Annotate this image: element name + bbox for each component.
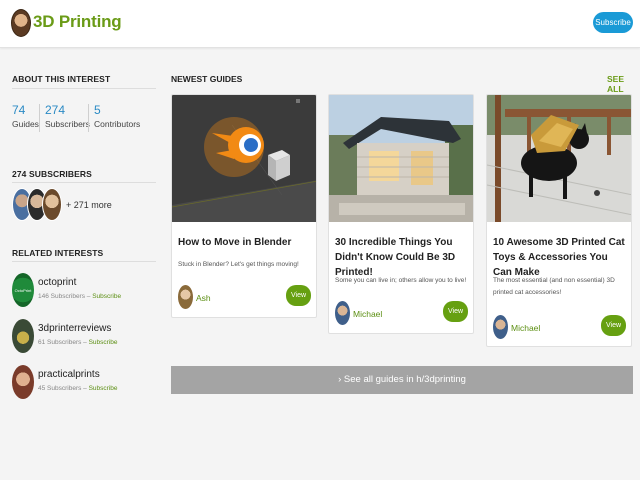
author-name[interactable]: Ash	[196, 293, 211, 303]
top-header: 3D Printing Subscribe	[0, 0, 640, 48]
guide-card[interactable]: 30 Incredible Things You Didn't Know Cou…	[328, 94, 474, 334]
stat-subscribers[interactable]: 274 Subscribers	[45, 103, 90, 130]
divider	[39, 104, 40, 132]
guide-description: The most essential (and non essential) 3…	[493, 277, 615, 296]
related-item-meta: 61 Subscribers – Subscribe	[38, 339, 118, 346]
octoprint-icon[interactable]: OctoPrint	[12, 273, 34, 307]
avatar[interactable]	[42, 188, 62, 221]
printer-icon[interactable]	[12, 319, 34, 353]
page-title[interactable]: 3D Printing	[33, 12, 122, 32]
related-item-practicalprints: practicalprints 45 Subscribers – Subscri…	[12, 365, 162, 401]
stat-contributors-value: 5	[94, 103, 101, 117]
divider	[12, 88, 156, 89]
see-all-link[interactable]: See All	[607, 74, 640, 94]
related-subscribe-link[interactable]: Subscribe	[92, 293, 121, 300]
guide-card[interactable]: How to Move in Blender Stuck in Blender?…	[171, 94, 317, 318]
related-item-name[interactable]: 3dprinterreviews	[38, 323, 111, 334]
interest-avatar-icon[interactable]	[11, 9, 31, 37]
stat-subscribers-label: Subscribers	[45, 119, 90, 129]
author-avatar[interactable]	[178, 285, 193, 309]
printed-house-image[interactable]	[329, 95, 473, 222]
about-heading: About This Interest	[12, 74, 111, 84]
stat-guides-label: Guides	[12, 119, 39, 129]
author-name[interactable]: Michael	[511, 323, 540, 333]
stat-guides-value: 74	[12, 103, 26, 117]
author-name[interactable]: Michael	[353, 309, 382, 319]
related-subscribe-link[interactable]: Subscribe	[89, 385, 118, 392]
related-item-count: 61 Subscribers –	[38, 339, 89, 346]
stat-contributors[interactable]: 5 Contributors	[94, 103, 141, 130]
view-button[interactable]: View	[601, 315, 626, 336]
guide-card[interactable]: 10 Awesome 3D Printed Cat Toys & Accesso…	[486, 94, 632, 347]
stat-subscribers-value: 274	[45, 103, 66, 117]
more-subscribers-link[interactable]: + 271 more	[66, 200, 112, 210]
guide-description: Stuck in Blender? Let's get things movin…	[178, 261, 299, 268]
stat-guides[interactable]: 74 Guides	[12, 103, 39, 130]
subscriber-avatars	[12, 188, 66, 222]
divider	[88, 104, 89, 132]
related-subscribe-link[interactable]: Subscribe	[89, 339, 118, 346]
author-avatar[interactable]	[493, 315, 508, 339]
related-item-octoprint: OctoPrint octoprint 146 Subscribers – Su…	[12, 273, 162, 309]
related-item-name[interactable]: practicalprints	[38, 369, 100, 380]
stat-contributors-label: Contributors	[94, 119, 141, 129]
related-item-3dprinterreviews: 3dprinterreviews 61 Subscribers – Subscr…	[12, 319, 162, 355]
divider	[12, 182, 156, 183]
related-item-count: 146 Subscribers –	[38, 293, 93, 300]
view-button[interactable]: View	[443, 301, 468, 322]
subscribers-heading: 274 Subscribers	[12, 169, 92, 179]
author-avatar[interactable]	[335, 301, 350, 325]
view-button[interactable]: View	[286, 285, 311, 306]
related-item-name[interactable]: octoprint	[38, 277, 76, 288]
related-item-meta: 45 Subscribers – Subscribe	[38, 385, 118, 392]
related-heading: Related Interests	[12, 248, 104, 258]
related-item-count: 45 Subscribers –	[38, 385, 89, 392]
related-item-meta: 146 Subscribers – Subscribe	[38, 293, 121, 300]
user-avatar-icon[interactable]	[12, 365, 34, 399]
see-all-guides-button[interactable]: › See all guides in h/3dprinting	[171, 366, 633, 394]
guide-title[interactable]: 30 Incredible Things You Didn't Know Cou…	[335, 235, 471, 280]
guide-title[interactable]: 10 Awesome 3D Printed Cat Toys & Accesso…	[493, 235, 629, 280]
guide-title[interactable]: How to Move in Blender	[178, 235, 314, 250]
guide-description: Some you can live in; others allow you t…	[335, 277, 467, 284]
svg-text:OctoPrint: OctoPrint	[15, 288, 33, 293]
divider	[12, 261, 156, 262]
blender-scene-image[interactable]	[172, 95, 316, 222]
subscribe-button[interactable]: Subscribe	[593, 12, 633, 33]
newest-guides-heading: Newest Guides	[171, 74, 243, 84]
cat-on-deck-image[interactable]	[487, 95, 631, 222]
